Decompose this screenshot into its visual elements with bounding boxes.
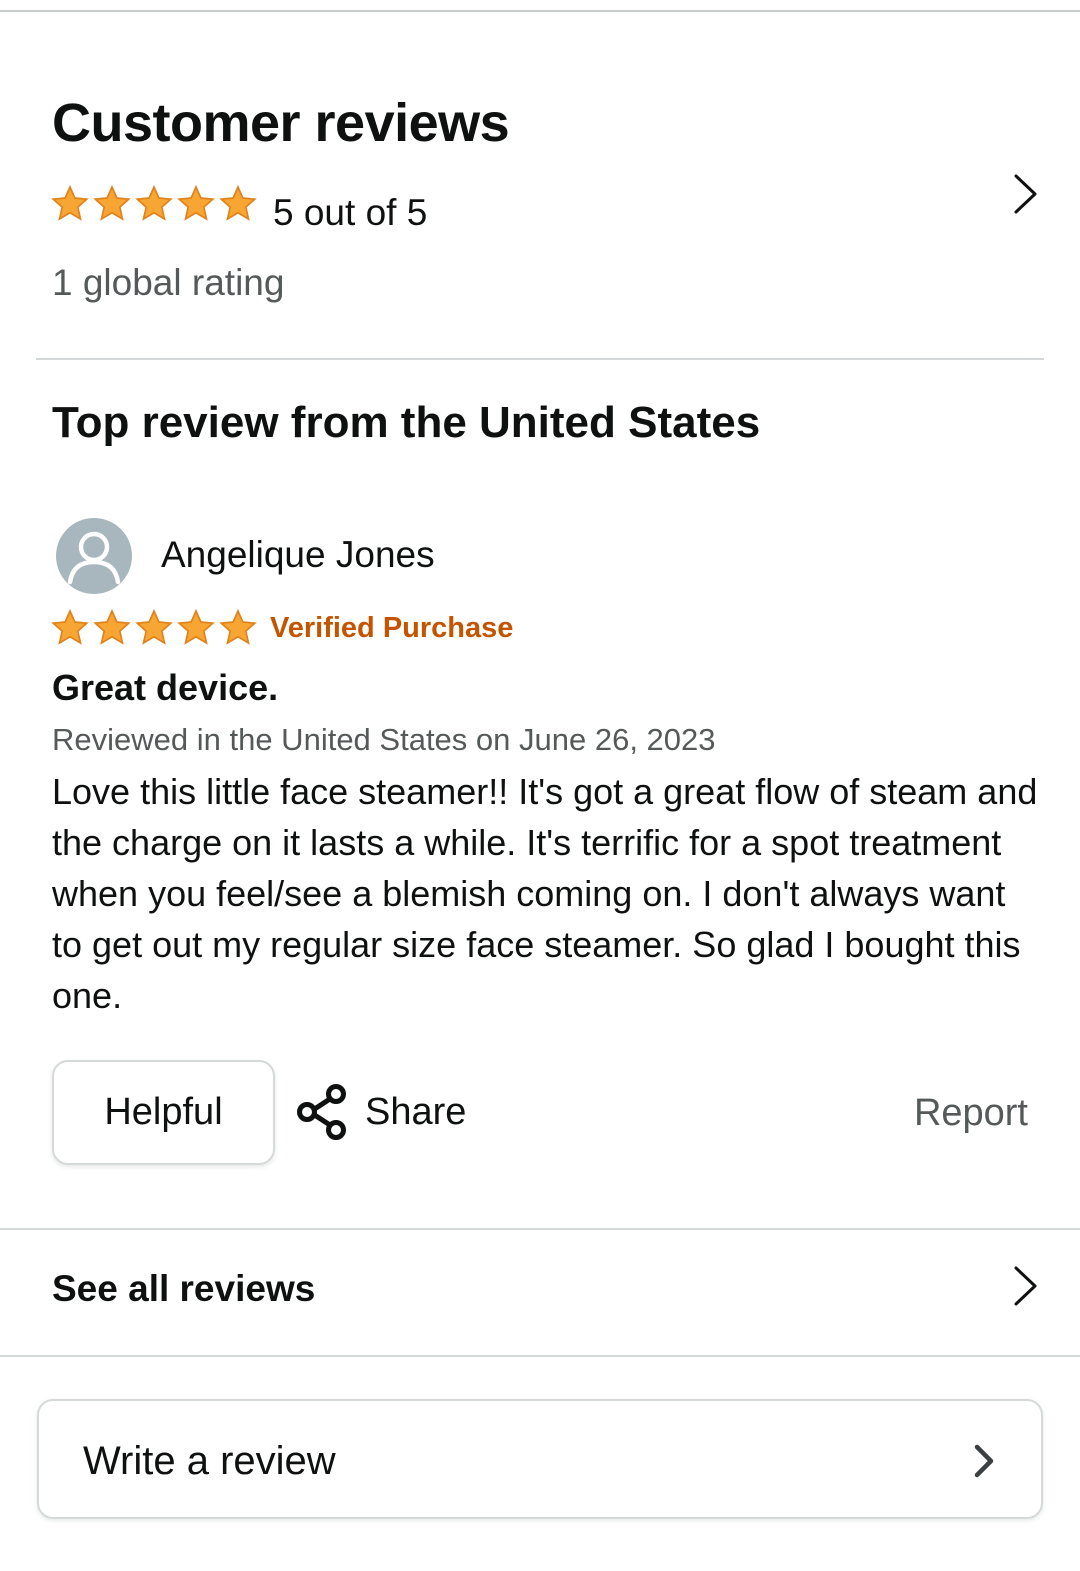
see-all-reviews-label: See all reviews — [52, 1268, 316, 1309]
star-icon — [51, 184, 89, 221]
verified-purchase-badge: Verified Purchase — [270, 612, 514, 644]
star-icon — [135, 184, 173, 221]
see-all-reviews-row[interactable]: See all reviews — [0, 1230, 1080, 1355]
star-icon — [219, 608, 257, 645]
divider — [36, 358, 1044, 360]
star-icon — [93, 184, 131, 221]
share-label: Share — [365, 1090, 467, 1133]
write-review-label: Write a review — [83, 1439, 336, 1483]
user-avatar-icon[interactable] — [56, 518, 132, 594]
review-date: Reviewed in the United States on June 26… — [52, 722, 716, 757]
star-icon — [177, 608, 215, 645]
section-title: Customer reviews — [52, 93, 510, 153]
helpful-button[interactable]: Helpful — [52, 1060, 275, 1165]
chevron-right-icon[interactable] — [1010, 172, 1040, 216]
summary-star-rating — [50, 184, 258, 224]
share-button[interactable]: Share — [295, 1082, 466, 1142]
share-icon — [297, 1084, 346, 1140]
star-icon — [51, 608, 89, 645]
review-star-rating — [50, 608, 258, 648]
report-link[interactable]: Report — [914, 1092, 1028, 1135]
write-review-button[interactable]: Write a review — [37, 1399, 1043, 1519]
chevron-right-icon — [974, 1444, 994, 1478]
rating-summary[interactable]: Customer reviews 5 out of 5 1 global rat… — [0, 12, 1080, 358]
rating-text: 5 out of 5 — [273, 192, 428, 233]
top-review-heading: Top review from the United States — [52, 398, 761, 447]
customer-reviews-page: Customer reviews 5 out of 5 1 global rat… — [0, 0, 1080, 1571]
star-icon — [135, 608, 173, 645]
review-body: Love this little face steamer!! It's got… — [52, 771, 1038, 1016]
global-rating-count: 1 global rating — [52, 262, 285, 303]
review-title: Great device. — [52, 667, 279, 708]
person-icon — [67, 531, 121, 585]
divider — [0, 1355, 1080, 1357]
star-icon — [177, 184, 215, 221]
star-icon — [219, 184, 257, 221]
star-icon — [93, 608, 131, 645]
chevron-right-icon — [1014, 1266, 1037, 1306]
reviewer-name[interactable]: Angelique Jones — [161, 534, 435, 576]
